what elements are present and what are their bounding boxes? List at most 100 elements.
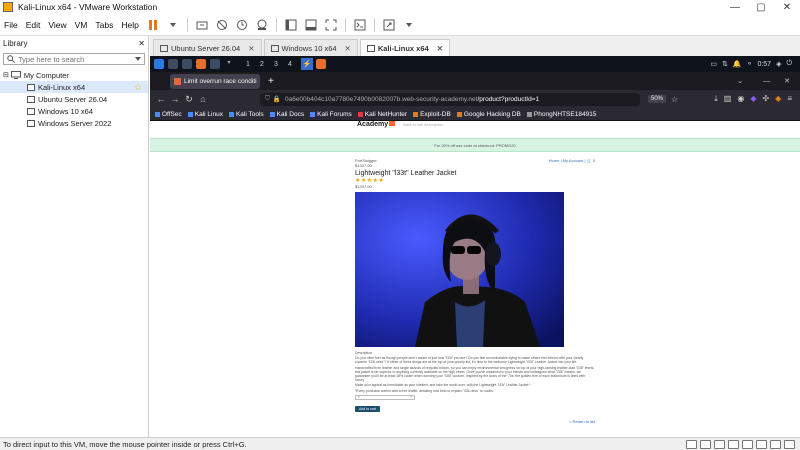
file-manager-icon[interactable] bbox=[182, 59, 192, 69]
stretch-view-icon[interactable] bbox=[381, 17, 397, 33]
active-window-icon[interactable]: ⚡ bbox=[301, 58, 313, 70]
tab-close-button[interactable]: ✕ bbox=[345, 44, 351, 53]
quantity-stepper[interactable]: < > bbox=[355, 394, 415, 400]
clock[interactable]: 0:57 bbox=[757, 61, 771, 68]
bookmark-item[interactable]: Exploit-DB bbox=[413, 111, 451, 118]
bookmark-item[interactable]: Kali Docs bbox=[269, 111, 304, 118]
search-input[interactable] bbox=[18, 54, 118, 64]
snapshot-manager-icon[interactable] bbox=[254, 17, 270, 33]
tab-close-button[interactable]: ✕ bbox=[248, 44, 254, 53]
maximize-button[interactable]: ▢ bbox=[748, 0, 774, 14]
thumbnail-bar-icon[interactable] bbox=[303, 17, 319, 33]
menu-edit[interactable]: Edit bbox=[22, 20, 45, 30]
account-icon[interactable]: ◉ bbox=[737, 94, 744, 104]
reload-icon[interactable]: ↻ bbox=[182, 94, 196, 105]
bookmark-item[interactable]: Kali Forums bbox=[310, 111, 352, 118]
bookmark-item[interactable]: Kali NetHunter bbox=[357, 111, 407, 118]
chevron-down-icon[interactable] bbox=[401, 17, 417, 33]
close-button[interactable]: ✕ bbox=[774, 0, 800, 14]
bookmark-star-icon[interactable]: ☆ bbox=[671, 95, 678, 104]
menu-tabs[interactable]: Tabs bbox=[91, 20, 117, 30]
power-icon[interactable]: ⏻ bbox=[786, 60, 792, 68]
bookmark-item[interactable]: OffSec bbox=[155, 111, 182, 118]
bookmark-item[interactable]: PhongNHTSE184915 bbox=[526, 111, 596, 118]
menu-icon[interactable]: ≡ bbox=[787, 94, 792, 104]
chevron-down-icon[interactable] bbox=[165, 17, 181, 33]
workspace-4[interactable]: 4 bbox=[284, 58, 296, 70]
extension-icon[interactable]: ◆ bbox=[775, 94, 781, 104]
bookmark-item[interactable]: Google Hacking DB bbox=[456, 111, 521, 118]
favorite-star-icon[interactable]: ☆ bbox=[134, 82, 142, 93]
extensions-icon[interactable]: ✣ bbox=[762, 94, 769, 104]
firefox-window-icon[interactable] bbox=[316, 59, 326, 69]
browser-tab-close[interactable]: ✕ bbox=[257, 77, 261, 85]
downloads-icon[interactable]: ⤓ bbox=[714, 94, 718, 104]
display-icon[interactable] bbox=[770, 439, 781, 449]
menu-help[interactable]: Help bbox=[117, 20, 142, 30]
snapshot-icon[interactable] bbox=[214, 17, 230, 33]
qty-decrement[interactable]: < bbox=[358, 395, 360, 399]
terminal-icon[interactable] bbox=[210, 59, 220, 69]
minimize-browser-icon[interactable]: — bbox=[763, 78, 770, 85]
revert-snapshot-icon[interactable] bbox=[234, 17, 250, 33]
new-tab-button[interactable]: + bbox=[268, 76, 274, 87]
tree-vm-winserver[interactable]: Windows Server 2022 bbox=[0, 117, 148, 129]
zoom-level[interactable]: 50% bbox=[648, 95, 667, 103]
kali-menu-icon[interactable] bbox=[154, 59, 164, 69]
tree-vm-kali[interactable]: Kali-Linux x64 ☆ bbox=[0, 81, 148, 93]
bookmark-item[interactable]: Kali Linux bbox=[187, 111, 223, 118]
menu-view[interactable]: View bbox=[44, 20, 70, 30]
tab-list-icon[interactable]: ⌄ bbox=[737, 77, 743, 85]
extension-icon[interactable]: ◆ bbox=[750, 94, 756, 104]
show-desktop-icon[interactable] bbox=[168, 59, 178, 69]
workspace-2[interactable]: 2 bbox=[256, 58, 268, 70]
tab-windows10[interactable]: Windows 10 x64 ✕ bbox=[263, 39, 358, 56]
library-search[interactable] bbox=[3, 53, 145, 65]
chevron-down-icon[interactable]: ▾ bbox=[224, 59, 234, 69]
firefox-icon[interactable] bbox=[196, 59, 206, 69]
network-icon[interactable]: ⇅ bbox=[722, 60, 728, 68]
tree-vm-win10[interactable]: Windows 10 x64 bbox=[0, 105, 148, 117]
printer-icon[interactable] bbox=[756, 439, 767, 449]
tab-close-button[interactable]: ✕ bbox=[437, 44, 443, 53]
workspace-3[interactable]: 3 bbox=[270, 58, 282, 70]
network-adapter-icon[interactable] bbox=[714, 439, 725, 449]
menu-file[interactable]: File bbox=[0, 20, 22, 30]
library-close-button[interactable]: ✕ bbox=[138, 39, 145, 48]
console-view-icon[interactable] bbox=[352, 17, 368, 33]
home-link[interactable]: Home | My Account | bbox=[549, 158, 587, 163]
url-bar[interactable]: ⛉ 🔒 0a6e00b404c10a7780e7490b0082007b.web… bbox=[260, 92, 640, 106]
forward-icon[interactable]: → bbox=[168, 94, 182, 104]
back-to-lab-link[interactable]: Back to lab description bbox=[403, 122, 443, 127]
academy-logo[interactable]: Academy Back to lab description bbox=[357, 121, 443, 128]
tree-vm-ubuntu[interactable]: Ubuntu Server 26.04 bbox=[0, 93, 148, 105]
library-icon[interactable]: ▥ bbox=[724, 94, 732, 104]
terminal-tray-icon[interactable]: ▭ bbox=[710, 60, 717, 68]
chevron-down-icon[interactable] bbox=[135, 57, 141, 61]
browser-tab[interactable]: Limit overrun race conditi ✕ bbox=[170, 73, 261, 89]
lock-screen-icon[interactable]: ◈ bbox=[776, 60, 781, 68]
minimize-button[interactable]: — bbox=[722, 0, 748, 14]
notification-bell-icon[interactable]: 🔔 bbox=[733, 60, 742, 68]
tab-ubuntu[interactable]: Ubuntu Server 26.04 ✕ bbox=[153, 39, 262, 56]
show-library-icon[interactable] bbox=[283, 17, 299, 33]
menu-vm[interactable]: VM bbox=[71, 20, 92, 30]
tree-my-computer[interactable]: ⊟ My Computer bbox=[0, 69, 148, 81]
cd-dvd-icon[interactable] bbox=[700, 439, 711, 449]
cart-icon[interactable]: 🛒 bbox=[587, 158, 592, 163]
sound-card-icon[interactable] bbox=[742, 439, 753, 449]
lock-icon[interactable]: ⚬ bbox=[747, 60, 753, 68]
close-browser-icon[interactable]: ✕ bbox=[784, 77, 790, 85]
message-log-icon[interactable] bbox=[784, 439, 795, 449]
tab-kali[interactable]: Kali-Linux x64 ✕ bbox=[359, 39, 450, 56]
back-icon[interactable]: ← bbox=[154, 94, 168, 104]
return-to-list-link[interactable]: < Return to list bbox=[569, 419, 595, 424]
workspace-1[interactable]: 1 bbox=[242, 58, 254, 70]
home-icon[interactable]: ⌂ bbox=[196, 94, 210, 104]
qty-increment[interactable]: > bbox=[410, 395, 412, 399]
full-screen-icon[interactable] bbox=[323, 17, 339, 33]
collapse-icon[interactable]: ⊟ bbox=[3, 71, 9, 79]
hard-disk-icon[interactable] bbox=[686, 439, 697, 449]
add-to-cart-button[interactable]: Add to cart bbox=[355, 405, 380, 412]
usb-icon[interactable] bbox=[728, 439, 739, 449]
